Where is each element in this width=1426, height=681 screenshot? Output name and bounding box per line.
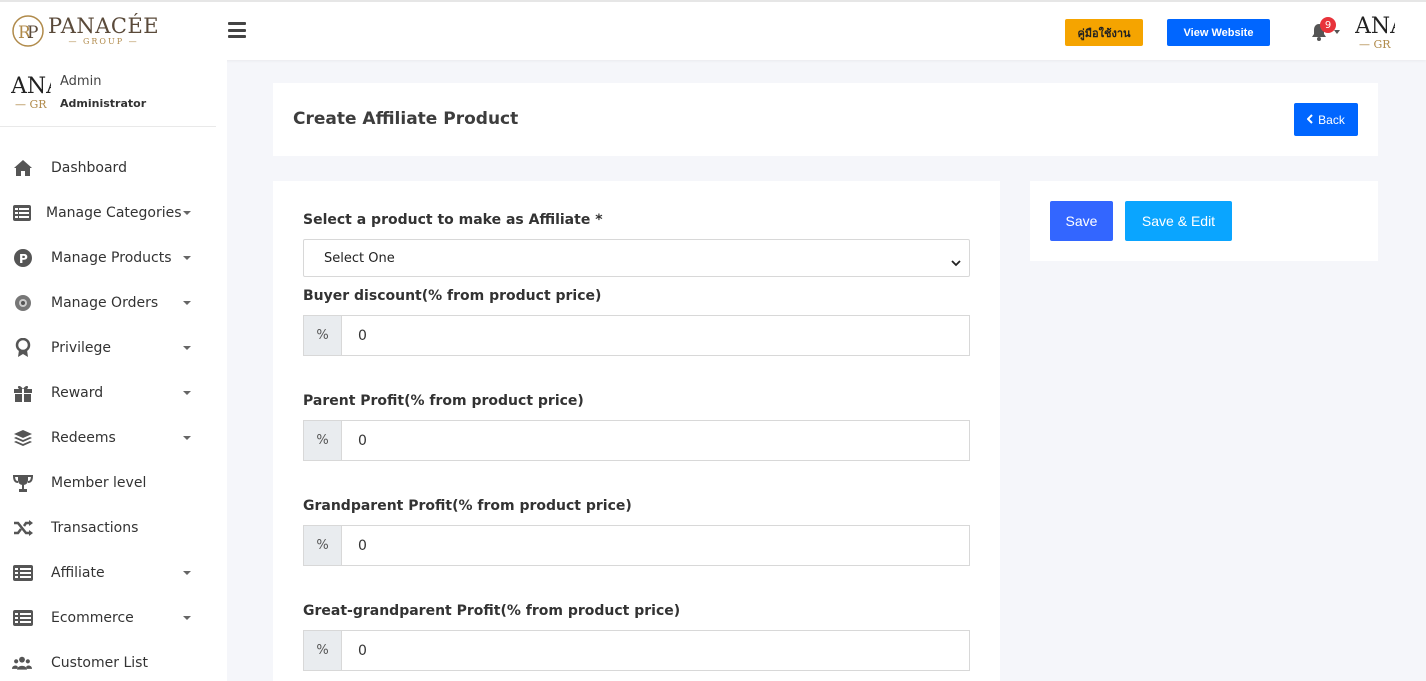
percent-addon: % [303, 525, 341, 566]
save-and-edit-button[interactable]: Save & Edit [1125, 201, 1232, 241]
sidebar-item-ecommerce[interactable]: Ecommerce [0, 595, 216, 640]
avatar-text: ANA [1355, 16, 1395, 39]
user-manual-button[interactable]: คู่มือใช้งาน [1065, 19, 1143, 46]
user-name: Admin [60, 74, 102, 89]
avatar-subtext: — GR [15, 98, 47, 111]
shuffle-icon [13, 518, 33, 538]
sidebar-item-manage-products[interactable]: P Manage Products [0, 235, 216, 280]
back-button-label: Back [1318, 112, 1345, 127]
sidebar-item-label: Affiliate [51, 564, 105, 581]
brand-subtitle: — GROUP — [68, 37, 139, 46]
grandparent-profit-group: % 0 [303, 525, 970, 566]
sidebar-item-label: Redeems [51, 429, 116, 446]
chevron-left-icon [1306, 113, 1313, 127]
chevron-down-icon [183, 210, 191, 215]
sidebar-item-label: Privilege [51, 339, 112, 356]
buyer-discount-label: Buyer discount(% from product price) [303, 288, 602, 304]
sidebar-item-reward[interactable]: Reward [0, 370, 216, 415]
grandparent-profit-input[interactable]: 0 [341, 525, 970, 566]
parent-profit-label: Parent Profit(% from product price) [303, 393, 584, 409]
sidebar-item-label: Ecommerce [51, 609, 134, 626]
award-icon [13, 337, 33, 358]
sidebar-item-transactions[interactable]: Transactions [0, 505, 216, 550]
sidebar-item-label: Reward [51, 384, 104, 401]
avatar[interactable]: ANA — GR [11, 76, 51, 112]
sidebar-item-manage-orders[interactable]: Manage Orders [0, 280, 216, 325]
sidebar-item-redeems[interactable]: Redeems [0, 415, 216, 460]
top-bar: R P PANACÉE — GROUP — คู่มือใช้งาน View … [0, 0, 1426, 60]
product-select-label: Select a product to make as Affiliate * [303, 212, 603, 228]
product-p-icon: P [13, 248, 33, 268]
avatar-subtext: — GR [1359, 38, 1391, 50]
sidebar: ANA — GR Admin Administrator Dashboard M… [0, 60, 227, 681]
chevron-down-icon[interactable] [1334, 30, 1340, 34]
sidebar-item-privilege[interactable]: Privilege [0, 325, 216, 370]
layers-icon [13, 428, 33, 448]
parent-profit-input[interactable]: 0 [341, 420, 970, 461]
view-website-button[interactable]: View Website [1167, 19, 1270, 46]
table-list-icon [13, 563, 33, 583]
chevron-down-icon [183, 390, 191, 395]
chevron-down-icon [183, 300, 191, 305]
sidebar-item-label: Dashboard [51, 159, 127, 176]
sidebar-item-label: Transactions [51, 519, 139, 536]
great-grandparent-profit-input[interactable]: 0 [341, 630, 970, 671]
brand-name: PANACÉE [48, 14, 160, 38]
home-icon [13, 158, 33, 178]
parent-profit-group: % 0 [303, 420, 970, 461]
sidebar-item-customer-list[interactable]: Customer List [0, 640, 216, 681]
chevron-down-icon [951, 253, 961, 267]
user-role: Administrator [60, 97, 147, 110]
buyer-discount-group: % 0 [303, 315, 970, 356]
sidebar-item-member-level[interactable]: Member level [0, 460, 216, 505]
sidebar-item-label: Manage Categories [46, 204, 182, 221]
chevron-down-icon [183, 435, 191, 440]
sidebar-menu: Dashboard Manage Categories P Manage Pro… [0, 145, 216, 681]
chevron-down-icon [183, 255, 191, 260]
svg-text:P: P [27, 23, 38, 43]
product-select[interactable]: Select One [303, 239, 970, 277]
hamburger-menu-icon[interactable] [228, 22, 246, 38]
trophy-icon [13, 473, 33, 493]
list-icon [12, 203, 32, 223]
users-icon [12, 653, 32, 673]
sidebar-item-affiliate[interactable]: Affiliate [0, 550, 216, 595]
page-header: Create Affiliate Product Back [273, 83, 1378, 156]
percent-addon: % [303, 630, 341, 671]
chevron-down-icon [183, 345, 191, 350]
rp-monogram-icon: R P [10, 13, 46, 49]
orders-icon [13, 293, 33, 313]
sidebar-item-label: Manage Products [51, 249, 172, 266]
sidebar-item-label: Manage Orders [51, 294, 159, 311]
page-title: Create Affiliate Product [293, 109, 519, 129]
great-grandparent-profit-group: % 0 [303, 630, 970, 671]
product-select-value: Select One [324, 250, 395, 266]
svg-text:P: P [19, 252, 28, 266]
chevron-down-icon [183, 615, 191, 620]
gift-icon [13, 383, 33, 403]
brand-logo[interactable]: R P PANACÉE — GROUP — [10, 12, 159, 50]
percent-addon: % [303, 420, 341, 461]
avatar-text: ANA [11, 76, 51, 99]
chevron-down-icon [183, 570, 191, 575]
grandparent-profit-label: Grandparent Profit(% from product price) [303, 498, 632, 514]
table-list-icon [13, 608, 33, 628]
user-profile: ANA — GR Admin Administrator [0, 60, 216, 127]
back-button[interactable]: Back [1294, 103, 1358, 136]
sidebar-item-dashboard[interactable]: Dashboard [0, 145, 216, 190]
top-avatar[interactable]: ANA — GR [1355, 16, 1395, 50]
percent-addon: % [303, 315, 341, 356]
affiliate-form: Select a product to make as Affiliate * … [273, 181, 1000, 681]
buyer-discount-input[interactable]: 0 [341, 315, 970, 356]
sidebar-item-manage-categories[interactable]: Manage Categories [0, 190, 216, 235]
great-grandparent-profit-label: Great-grandparent Profit(% from product … [303, 603, 681, 619]
sidebar-item-label: Member level [51, 474, 147, 491]
actions-panel: Save Save & Edit [1030, 181, 1378, 261]
sidebar-item-label: Customer List [51, 654, 148, 671]
save-button[interactable]: Save [1050, 201, 1113, 241]
